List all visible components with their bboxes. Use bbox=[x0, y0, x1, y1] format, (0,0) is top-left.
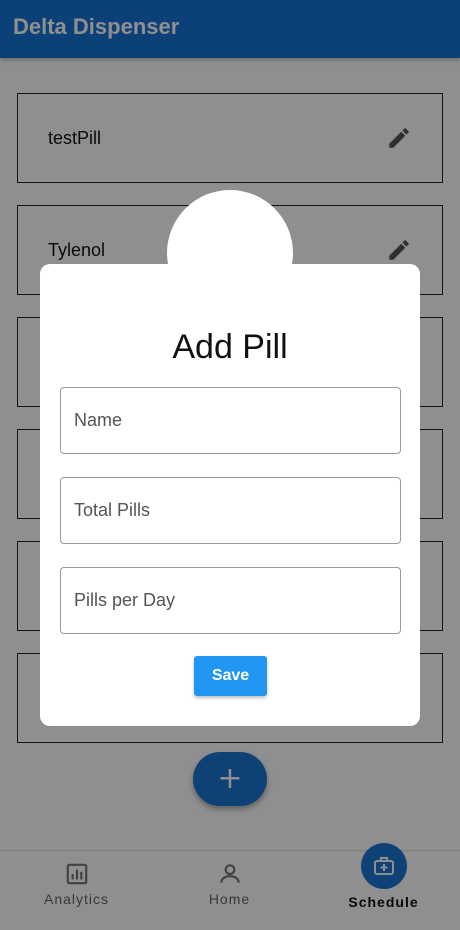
name-input[interactable] bbox=[61, 388, 400, 453]
name-field[interactable] bbox=[60, 387, 401, 454]
total-pills-input[interactable] bbox=[61, 478, 400, 543]
dialog-title: Add Pill bbox=[172, 328, 288, 366]
pills-per-day-field[interactable] bbox=[60, 567, 401, 634]
pills-per-day-input[interactable] bbox=[61, 568, 400, 633]
add-pill-dialog: Add Pill Save bbox=[40, 264, 420, 726]
total-pills-field[interactable] bbox=[60, 477, 401, 544]
save-button[interactable]: Save bbox=[194, 656, 267, 696]
